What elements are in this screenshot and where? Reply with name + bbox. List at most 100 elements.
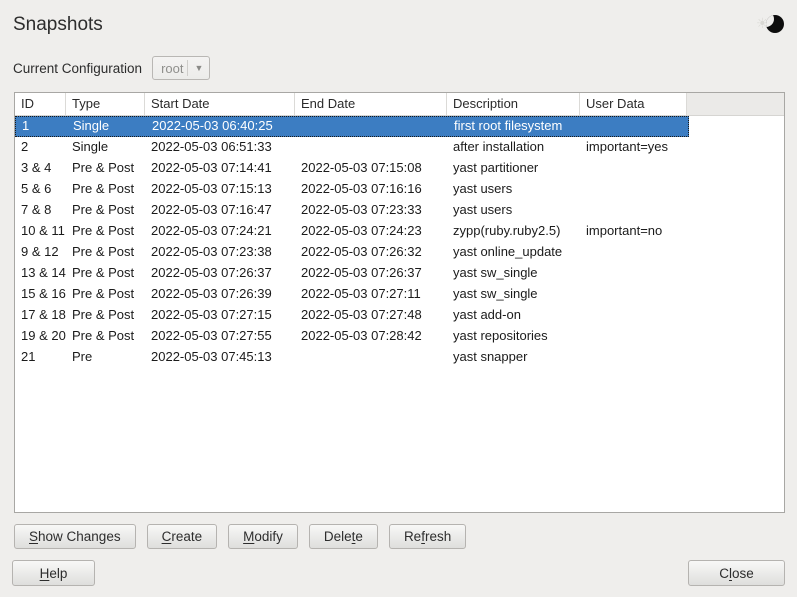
table-body: 1Single2022-05-03 06:40:25first root fil… bbox=[15, 116, 784, 368]
cell-type: Pre & Post bbox=[66, 242, 145, 263]
cell-description: after installation bbox=[447, 137, 580, 158]
cell-user-data bbox=[580, 263, 687, 284]
cell-user-data bbox=[580, 179, 687, 200]
cell-type: Pre & Post bbox=[66, 305, 145, 326]
current-configuration-row: Current Configuration root ▼ bbox=[13, 56, 210, 80]
modify-button[interactable]: Modify bbox=[228, 524, 298, 549]
chevron-down-icon: ▼ bbox=[188, 63, 209, 73]
cell-end-date: 2022-05-03 07:24:23 bbox=[295, 221, 447, 242]
cell-user-data bbox=[580, 305, 687, 326]
cell-description: yast sw_single bbox=[447, 284, 580, 305]
cell-end-date: 2022-05-03 07:26:37 bbox=[295, 263, 447, 284]
cell-id: 10 & 11 bbox=[15, 221, 66, 242]
current-configuration-label: Current Configuration bbox=[13, 61, 142, 76]
cell-user-data bbox=[580, 347, 687, 368]
table-row[interactable]: 7 & 8Pre & Post2022-05-03 07:16:472022-0… bbox=[15, 200, 784, 221]
cell-end-date: 2022-05-03 07:27:48 bbox=[295, 305, 447, 326]
cell-start-date: 2022-05-03 07:24:21 bbox=[145, 221, 295, 242]
cell-start-date: 2022-05-03 07:26:39 bbox=[145, 284, 295, 305]
cell-start-date: 2022-05-03 06:40:25 bbox=[146, 117, 296, 136]
cell-description: yast repositories bbox=[447, 326, 580, 347]
cell-user-data: important=no bbox=[580, 221, 687, 242]
table-row[interactable]: 17 & 18Pre & Post2022-05-03 07:27:152022… bbox=[15, 305, 784, 326]
cell-description: yast users bbox=[447, 179, 580, 200]
cell-description: yast snapper bbox=[447, 347, 580, 368]
create-button[interactable]: Create bbox=[147, 524, 218, 549]
cell-end-date bbox=[295, 137, 447, 158]
cell-description: zypp(ruby.ruby2.5) bbox=[447, 221, 580, 242]
cell-id: 17 & 18 bbox=[15, 305, 66, 326]
table-row[interactable]: 9 & 12Pre & Post2022-05-03 07:23:382022-… bbox=[15, 242, 784, 263]
table-row[interactable]: 2Single2022-05-03 06:51:33 after installa… bbox=[15, 137, 784, 158]
table-row[interactable]: 21Pre2022-05-03 07:45:13 yast snapper bbox=[15, 347, 784, 368]
cell-type: Pre & Post bbox=[66, 158, 145, 179]
cell-start-date: 2022-05-03 07:16:47 bbox=[145, 200, 295, 221]
cell-id: 1 bbox=[16, 117, 67, 136]
cell-id: 21 bbox=[15, 347, 66, 368]
cell-end-date: 2022-05-03 07:28:42 bbox=[295, 326, 447, 347]
cell-type: Pre bbox=[66, 347, 145, 368]
cell-type: Single bbox=[66, 137, 145, 158]
column-header-type[interactable]: Type bbox=[66, 93, 145, 115]
cell-user-data: important=yes bbox=[580, 137, 687, 158]
cell-start-date: 2022-05-03 07:26:37 bbox=[145, 263, 295, 284]
show-changes-button[interactable]: Show Changes bbox=[14, 524, 136, 549]
cell-start-date: 2022-05-03 06:51:33 bbox=[145, 137, 295, 158]
table-header-row: IDTypeStart DateEnd DateDescriptionUser … bbox=[15, 93, 784, 116]
cell-description: yast users bbox=[447, 200, 580, 221]
close-button[interactable]: Close bbox=[688, 560, 785, 586]
help-button[interactable]: Help bbox=[12, 560, 95, 586]
cell-type: Pre & Post bbox=[66, 221, 145, 242]
table-row[interactable]: 15 & 16Pre & Post2022-05-03 07:26:392022… bbox=[15, 284, 784, 305]
cell-user-data bbox=[581, 117, 688, 136]
cell-id: 15 & 16 bbox=[15, 284, 66, 305]
configuration-combobox-value: root bbox=[153, 61, 187, 76]
cell-start-date: 2022-05-03 07:14:41 bbox=[145, 158, 295, 179]
cell-start-date: 2022-05-03 07:27:15 bbox=[145, 305, 295, 326]
cell-user-data bbox=[580, 284, 687, 305]
table-row[interactable]: 10 & 11Pre & Post2022-05-03 07:24:212022… bbox=[15, 221, 784, 242]
cell-end-date: 2022-05-03 07:27:11 bbox=[295, 284, 447, 305]
cell-description: yast online_update bbox=[447, 242, 580, 263]
refresh-button[interactable]: Refresh bbox=[389, 524, 466, 549]
cell-id: 7 & 8 bbox=[15, 200, 66, 221]
table-row[interactable]: 19 & 20Pre & Post2022-05-03 07:27:552022… bbox=[15, 326, 784, 347]
cell-user-data bbox=[580, 158, 687, 179]
cell-end-date: 2022-05-03 07:16:16 bbox=[295, 179, 447, 200]
configuration-combobox[interactable]: root ▼ bbox=[152, 56, 210, 80]
table-row[interactable]: 5 & 6Pre & Post2022-05-03 07:15:132022-0… bbox=[15, 179, 784, 200]
cell-description: yast partitioner bbox=[447, 158, 580, 179]
column-header-user-data[interactable]: User Data bbox=[580, 93, 687, 115]
cell-start-date: 2022-05-03 07:45:13 bbox=[145, 347, 295, 368]
table-row-selected[interactable]: 1Single2022-05-03 06:40:25first root fil… bbox=[15, 116, 689, 137]
cell-id: 13 & 14 bbox=[15, 263, 66, 284]
cell-type: Pre & Post bbox=[66, 284, 145, 305]
cell-user-data bbox=[580, 200, 687, 221]
column-header-id[interactable]: ID bbox=[15, 93, 66, 115]
cell-end-date: 2022-05-03 07:26:32 bbox=[295, 242, 447, 263]
cell-user-data bbox=[580, 242, 687, 263]
cell-start-date: 2022-05-03 07:27:55 bbox=[145, 326, 295, 347]
theme-indicator: ☀ bbox=[756, 14, 784, 36]
cell-id: 9 & 12 bbox=[15, 242, 66, 263]
cell-id: 3 & 4 bbox=[15, 158, 66, 179]
cell-description: yast add-on bbox=[447, 305, 580, 326]
cell-end-date: 2022-05-03 07:23:33 bbox=[295, 200, 447, 221]
cell-type: Single bbox=[67, 117, 146, 136]
column-header-description[interactable]: Description bbox=[447, 93, 580, 115]
column-header-start-date[interactable]: Start Date bbox=[145, 93, 295, 115]
cell-end-date bbox=[296, 117, 448, 136]
page-title: Snapshots bbox=[13, 14, 103, 36]
snapshots-table: IDTypeStart DateEnd DateDescriptionUser … bbox=[14, 92, 785, 513]
cell-id: 2 bbox=[15, 137, 66, 158]
cell-end-date: 2022-05-03 07:15:08 bbox=[295, 158, 447, 179]
cell-start-date: 2022-05-03 07:15:13 bbox=[145, 179, 295, 200]
table-row[interactable]: 13 & 14Pre & Post2022-05-03 07:26:372022… bbox=[15, 263, 784, 284]
cell-user-data bbox=[580, 326, 687, 347]
moon-icon bbox=[766, 15, 784, 33]
table-row[interactable]: 3 & 4Pre & Post2022-05-03 07:14:412022-0… bbox=[15, 158, 784, 179]
snapshot-actions-toolbar: Show Changes Create Modify Delete Refresh bbox=[14, 524, 466, 549]
column-header-end-date[interactable]: End Date bbox=[295, 93, 447, 115]
delete-button[interactable]: Delete bbox=[309, 524, 378, 549]
cell-type: Pre & Post bbox=[66, 263, 145, 284]
